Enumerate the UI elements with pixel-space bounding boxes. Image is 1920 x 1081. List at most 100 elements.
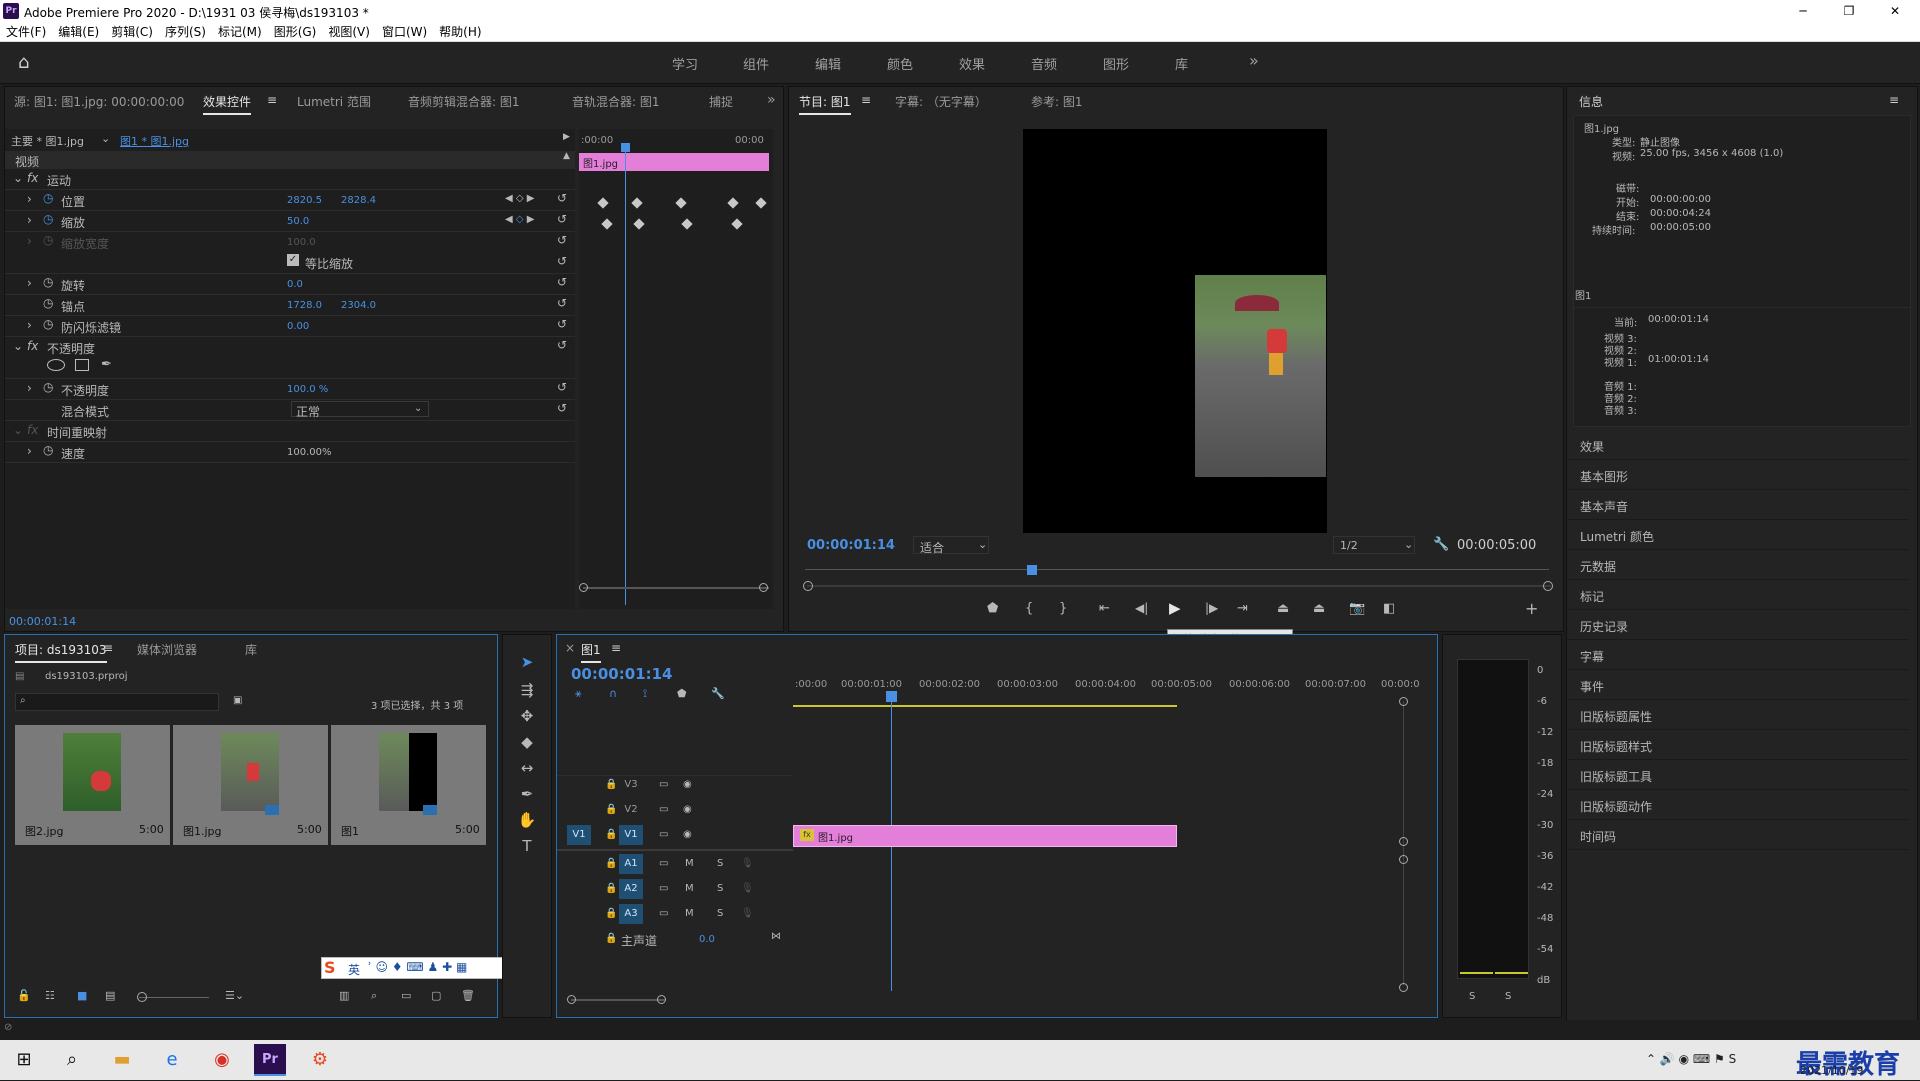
- minimize-button[interactable]: ─: [1780, 2, 1826, 20]
- track-select-icon[interactable]: ⇶: [513, 681, 541, 705]
- tab-effect-controls[interactable]: 效果控件: [203, 93, 252, 115]
- master-volume-value[interactable]: 0.0: [699, 934, 715, 945]
- solo-icon[interactable]: S: [717, 908, 723, 919]
- expand-position-icon[interactable]: ›: [27, 192, 32, 212]
- antiflicker-value[interactable]: 0.00: [287, 321, 309, 341]
- program-timecode[interactable]: 00:00:01:14: [807, 538, 895, 553]
- lock-icon[interactable]: 🔒: [605, 804, 617, 815]
- tab-sequence[interactable]: 图1: [581, 641, 601, 663]
- sogou-logo-icon[interactable]: S: [324, 958, 336, 977]
- program-playhead[interactable]: [1027, 565, 1037, 575]
- menu-view[interactable]: 视图(V): [322, 22, 376, 42]
- panel-markers[interactable]: 标记: [1568, 582, 1908, 610]
- tab-lumetri-scopes[interactable]: Lumetri 范围: [297, 93, 371, 110]
- lock-icon[interactable]: 🔒: [605, 829, 617, 840]
- expand-rotation-icon[interactable]: ›: [27, 276, 32, 296]
- ripple-edit-icon[interactable]: ✥: [513, 707, 541, 731]
- zoom-handle[interactable]: [579, 583, 588, 592]
- type-tool-icon[interactable]: T: [513, 837, 541, 861]
- eye-icon[interactable]: ◉: [683, 779, 692, 790]
- tab-media-browser[interactable]: 媒体浏览器: [137, 641, 197, 658]
- zoom-slider-handle[interactable]: [137, 992, 147, 1002]
- sync-lock-icon[interactable]: ▭: [659, 908, 668, 919]
- panel-essential-sound[interactable]: 基本声音: [1568, 492, 1908, 520]
- solo-left-button[interactable]: S: [1469, 991, 1475, 1002]
- tray-icons[interactable]: ⌃ 🔊 ◉ ⌨ ⚑ S: [1646, 1052, 1736, 1066]
- menu-clip[interactable]: 剪辑(C): [105, 22, 159, 42]
- scroll-handle[interactable]: [1399, 855, 1408, 864]
- workspace-assembly[interactable]: 组件: [743, 54, 769, 73]
- panel-metadata[interactable]: 元数据: [1568, 552, 1908, 580]
- master-clip-label[interactable]: 主要 * 图1.jpg: [11, 133, 84, 153]
- expand-scale-icon[interactable]: ›: [27, 213, 32, 233]
- resolution-dropdown[interactable]: 1/2 ⌄: [1333, 536, 1415, 554]
- mute-icon[interactable]: M: [685, 883, 694, 894]
- stopwatch-icon[interactable]: ◷: [43, 296, 53, 316]
- mic-icon[interactable]: 🎙: [741, 908, 754, 919]
- menu-marker[interactable]: 标记(M): [212, 22, 268, 42]
- panel-essential-graphics[interactable]: 基本图形: [1568, 462, 1908, 490]
- tab-captions[interactable]: 字幕: （无字幕）: [895, 93, 987, 110]
- expand-motion-icon[interactable]: ⌄: [13, 171, 23, 191]
- eye-icon[interactable]: ◉: [683, 829, 692, 840]
- panel-timecode[interactable]: 时间码: [1568, 822, 1908, 850]
- hand-tool-icon[interactable]: ✋: [513, 811, 541, 835]
- eye-icon[interactable]: ◉: [683, 804, 692, 815]
- go-to-out-icon[interactable]: ⇥: [1237, 601, 1248, 616]
- nest-icon[interactable]: ⚹: [575, 687, 582, 701]
- step-forward-icon[interactable]: |▶: [1205, 601, 1218, 615]
- reset-anchor-icon[interactable]: ↺: [557, 296, 567, 316]
- effect-zoom-bar[interactable]: [583, 587, 769, 589]
- settings-icon[interactable]: 🔧: [711, 687, 725, 700]
- home-icon[interactable]: ⌂: [18, 52, 29, 73]
- track-label-a3[interactable]: A3: [619, 904, 643, 924]
- effect-clip-bar[interactable]: 图1.jpg: [579, 153, 769, 171]
- panel-menu-icon[interactable]: ≡: [861, 93, 871, 107]
- lock-icon[interactable]: 🔒: [605, 908, 617, 919]
- add-marker-icon[interactable]: ⬟: [987, 601, 998, 616]
- anchor-y-value[interactable]: 2304.0: [341, 300, 376, 320]
- panel-lumetri-color[interactable]: Lumetri 颜色: [1568, 522, 1908, 550]
- source-patch-v1[interactable]: V1: [567, 825, 591, 845]
- lock-icon[interactable]: 🔓: [17, 989, 31, 1002]
- mic-icon[interactable]: 🎙: [741, 883, 754, 894]
- keyframe-marker[interactable]: [681, 218, 693, 230]
- effect-current-time[interactable]: 00:00:01:14: [9, 615, 76, 628]
- slip-tool-icon[interactable]: ↔: [513, 759, 541, 783]
- keyframe-marker[interactable]: [731, 218, 743, 230]
- workspace-libraries[interactable]: 库: [1175, 54, 1188, 73]
- workspace-graphics[interactable]: 图形: [1103, 54, 1129, 73]
- timeline-timecode[interactable]: 00:00:01:14: [571, 665, 673, 683]
- zoom-handle[interactable]: [1543, 581, 1553, 591]
- menu-sequence[interactable]: 序列(S): [159, 22, 212, 42]
- stopwatch-icon[interactable]: ◷: [43, 212, 53, 232]
- menu-window[interactable]: 窗口(W): [376, 22, 433, 42]
- play-icon[interactable]: ▶: [1169, 599, 1181, 617]
- wrench-icon[interactable]: 🔧: [1433, 537, 1449, 552]
- linked-icon[interactable]: ⟟: [643, 687, 647, 701]
- mark-in-icon[interactable]: {: [1025, 601, 1033, 616]
- project-search-input[interactable]: ⌕: [15, 693, 219, 711]
- expand-antiflicker-icon[interactable]: ›: [27, 318, 32, 338]
- reset-blend-icon[interactable]: ↺: [557, 401, 567, 421]
- scroll-handle[interactable]: [657, 995, 666, 1004]
- clip-label[interactable]: 图1 * 图1.jpg: [120, 133, 189, 153]
- menu-graphics[interactable]: 图形(G): [268, 22, 323, 42]
- tab-program[interactable]: 节目: 图1: [799, 93, 851, 115]
- workspace-editing[interactable]: 编辑: [815, 54, 841, 73]
- stopwatch-icon[interactable]: ◷: [43, 191, 53, 211]
- position-y-value[interactable]: 2828.4: [341, 195, 376, 215]
- reset-position-icon[interactable]: ↺: [557, 191, 567, 211]
- chevron-down-icon[interactable]: ⌄: [101, 132, 110, 152]
- extract-icon[interactable]: ⏏: [1313, 601, 1325, 616]
- panel-menu-icon[interactable]: ≡: [611, 641, 621, 655]
- solo-icon[interactable]: S: [717, 858, 723, 869]
- mark-out-icon[interactable]: }: [1059, 601, 1067, 616]
- search-icon[interactable]: ⌕: [56, 1044, 88, 1076]
- close-button[interactable]: ✕: [1872, 2, 1918, 20]
- app-taskbar-icon[interactable]: ⚙: [304, 1044, 336, 1076]
- reset-rotation-icon[interactable]: ↺: [557, 275, 567, 295]
- freeform-view-icon[interactable]: ▤: [105, 989, 115, 1002]
- keyframe-marker[interactable]: [727, 197, 739, 209]
- keyframe-marker[interactable]: [675, 197, 687, 209]
